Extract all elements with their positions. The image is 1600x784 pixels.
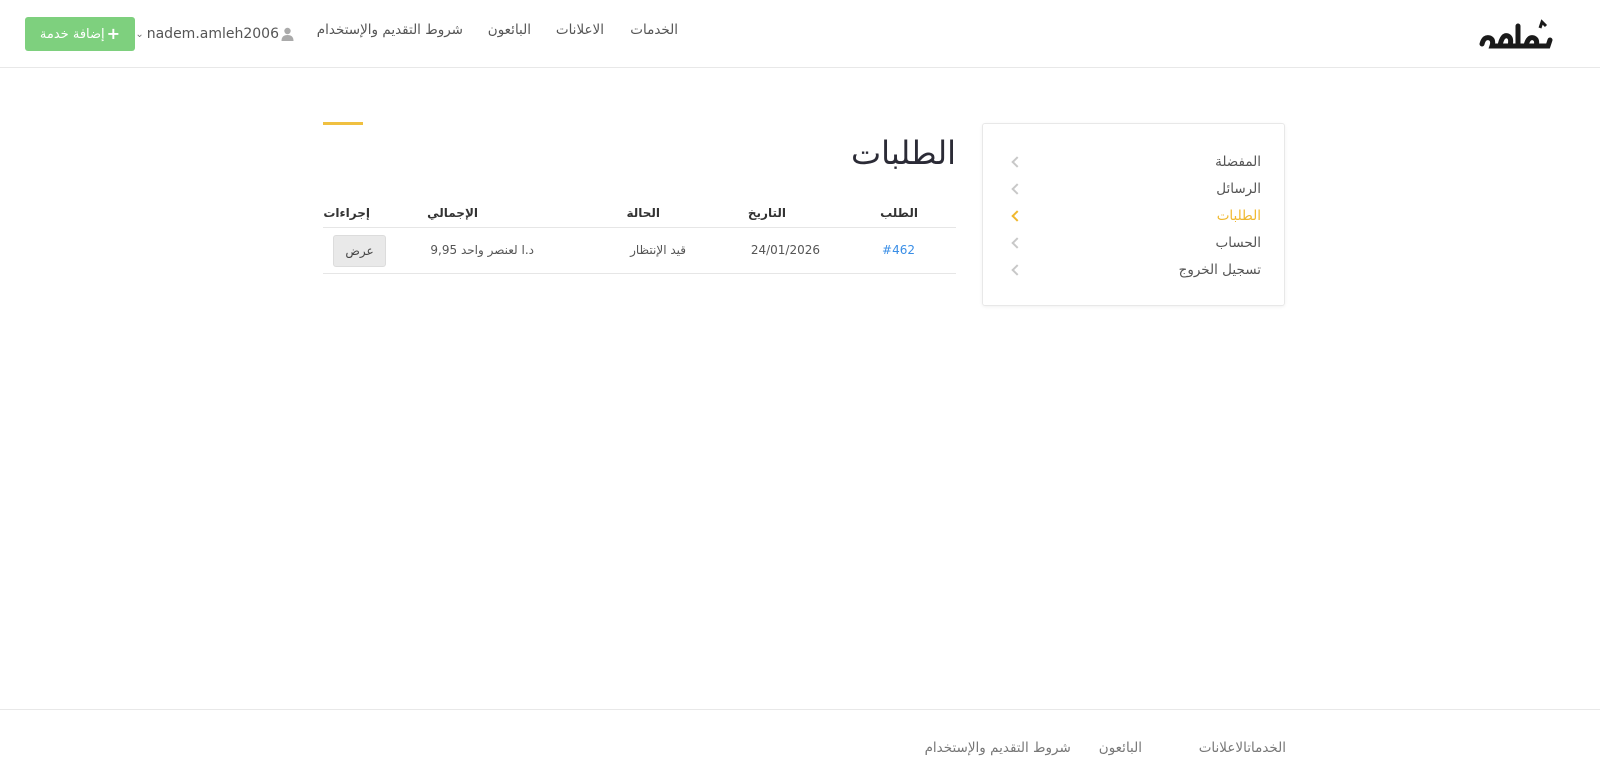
column-header-date: التاريخ bbox=[747, 206, 786, 220]
sidebar-item-account[interactable]: الحساب bbox=[1009, 230, 1261, 256]
footer-link-services-ads[interactable]: الخدماتالاعلانات bbox=[1199, 740, 1286, 756]
site-logo[interactable]: خدوم bbox=[1478, 16, 1554, 52]
order-number-link[interactable]: #462 bbox=[882, 243, 915, 257]
user-menu[interactable]: ⌄ nadem.amleh2006 bbox=[135, 22, 294, 46]
plus-icon: + bbox=[106, 24, 121, 43]
sidebar-item-label: الرسائل bbox=[1216, 181, 1261, 197]
page: خدوم الخدمات الاعلانات البائعون شروط الت… bbox=[0, 0, 1600, 784]
table-row: #462 24/01/2026 قيد الإنتظار 9,95 د.ا لع… bbox=[323, 228, 956, 274]
top-header: خدوم الخدمات الاعلانات البائعون شروط الت… bbox=[0, 0, 1600, 68]
sidebar-item-label: الطلبات bbox=[1216, 208, 1261, 224]
footer: الخدماتالاعلانات البائعون شروط التقديم و… bbox=[0, 709, 1600, 784]
sidebar-item-favorites[interactable]: المفضلة bbox=[1009, 149, 1261, 175]
order-status: قيد الإنتظار bbox=[630, 243, 686, 257]
footer-link-terms[interactable]: شروط التقديم والإستخدام bbox=[925, 740, 1071, 756]
chevron-left-icon bbox=[1011, 156, 1023, 168]
nav-terms[interactable]: شروط التقديم والإستخدام bbox=[317, 22, 463, 46]
user-icon bbox=[281, 27, 294, 41]
add-service-label: إضافة خدمة bbox=[39, 26, 105, 42]
add-service-button[interactable]: إضافة خدمة + bbox=[25, 17, 135, 51]
sidebar-item-logout[interactable]: تسجيل الخروج bbox=[1009, 257, 1261, 283]
order-total: 9,95 د.ا لعنصر واحد bbox=[430, 243, 534, 257]
chevron-left-icon bbox=[1011, 183, 1023, 195]
chevron-left-icon bbox=[1011, 237, 1023, 249]
logo-mark bbox=[1479, 19, 1553, 49]
page-title: الطلبات bbox=[850, 134, 956, 172]
nav-services[interactable]: الخدمات bbox=[630, 22, 678, 46]
chevron-left-icon bbox=[1011, 264, 1023, 276]
sidebar-item-label: تسجيل الخروج bbox=[1178, 262, 1261, 278]
nav-ads[interactable]: الاعلانات bbox=[556, 22, 604, 46]
sidebar-item-orders[interactable]: الطلبات bbox=[1009, 203, 1261, 229]
title-accent-line bbox=[323, 122, 363, 125]
chevron-down-icon: ⌄ bbox=[135, 28, 144, 40]
chevron-left-icon bbox=[1011, 210, 1023, 222]
table-header: الطلب التاريخ الحالة الإجمالي إجراءات bbox=[323, 200, 956, 228]
footer-link-sellers[interactable]: البائعون bbox=[1099, 740, 1142, 756]
column-header-order: الطلب bbox=[880, 206, 918, 220]
column-header-total: الإجمالي bbox=[427, 206, 478, 220]
sidebar-item-messages[interactable]: الرسائل bbox=[1009, 176, 1261, 202]
order-date: 24/01/2026 bbox=[750, 243, 820, 257]
orders-table: الطلب التاريخ الحالة الإجمالي إجراءات #4… bbox=[323, 200, 956, 274]
sidebar-item-label: المفضلة bbox=[1215, 154, 1261, 170]
view-order-button[interactable]: عرض bbox=[333, 235, 386, 267]
username: nadem.amleh2006 bbox=[146, 26, 279, 42]
account-sidebar: المفضلة الرسائل الطلبات الحساب تسجيل الخ… bbox=[982, 123, 1285, 306]
column-header-status: الحالة bbox=[626, 206, 660, 220]
nav-sellers[interactable]: البائعون bbox=[488, 22, 531, 46]
sidebar-item-label: الحساب bbox=[1215, 235, 1261, 251]
column-header-actions: إجراءات bbox=[323, 206, 370, 220]
